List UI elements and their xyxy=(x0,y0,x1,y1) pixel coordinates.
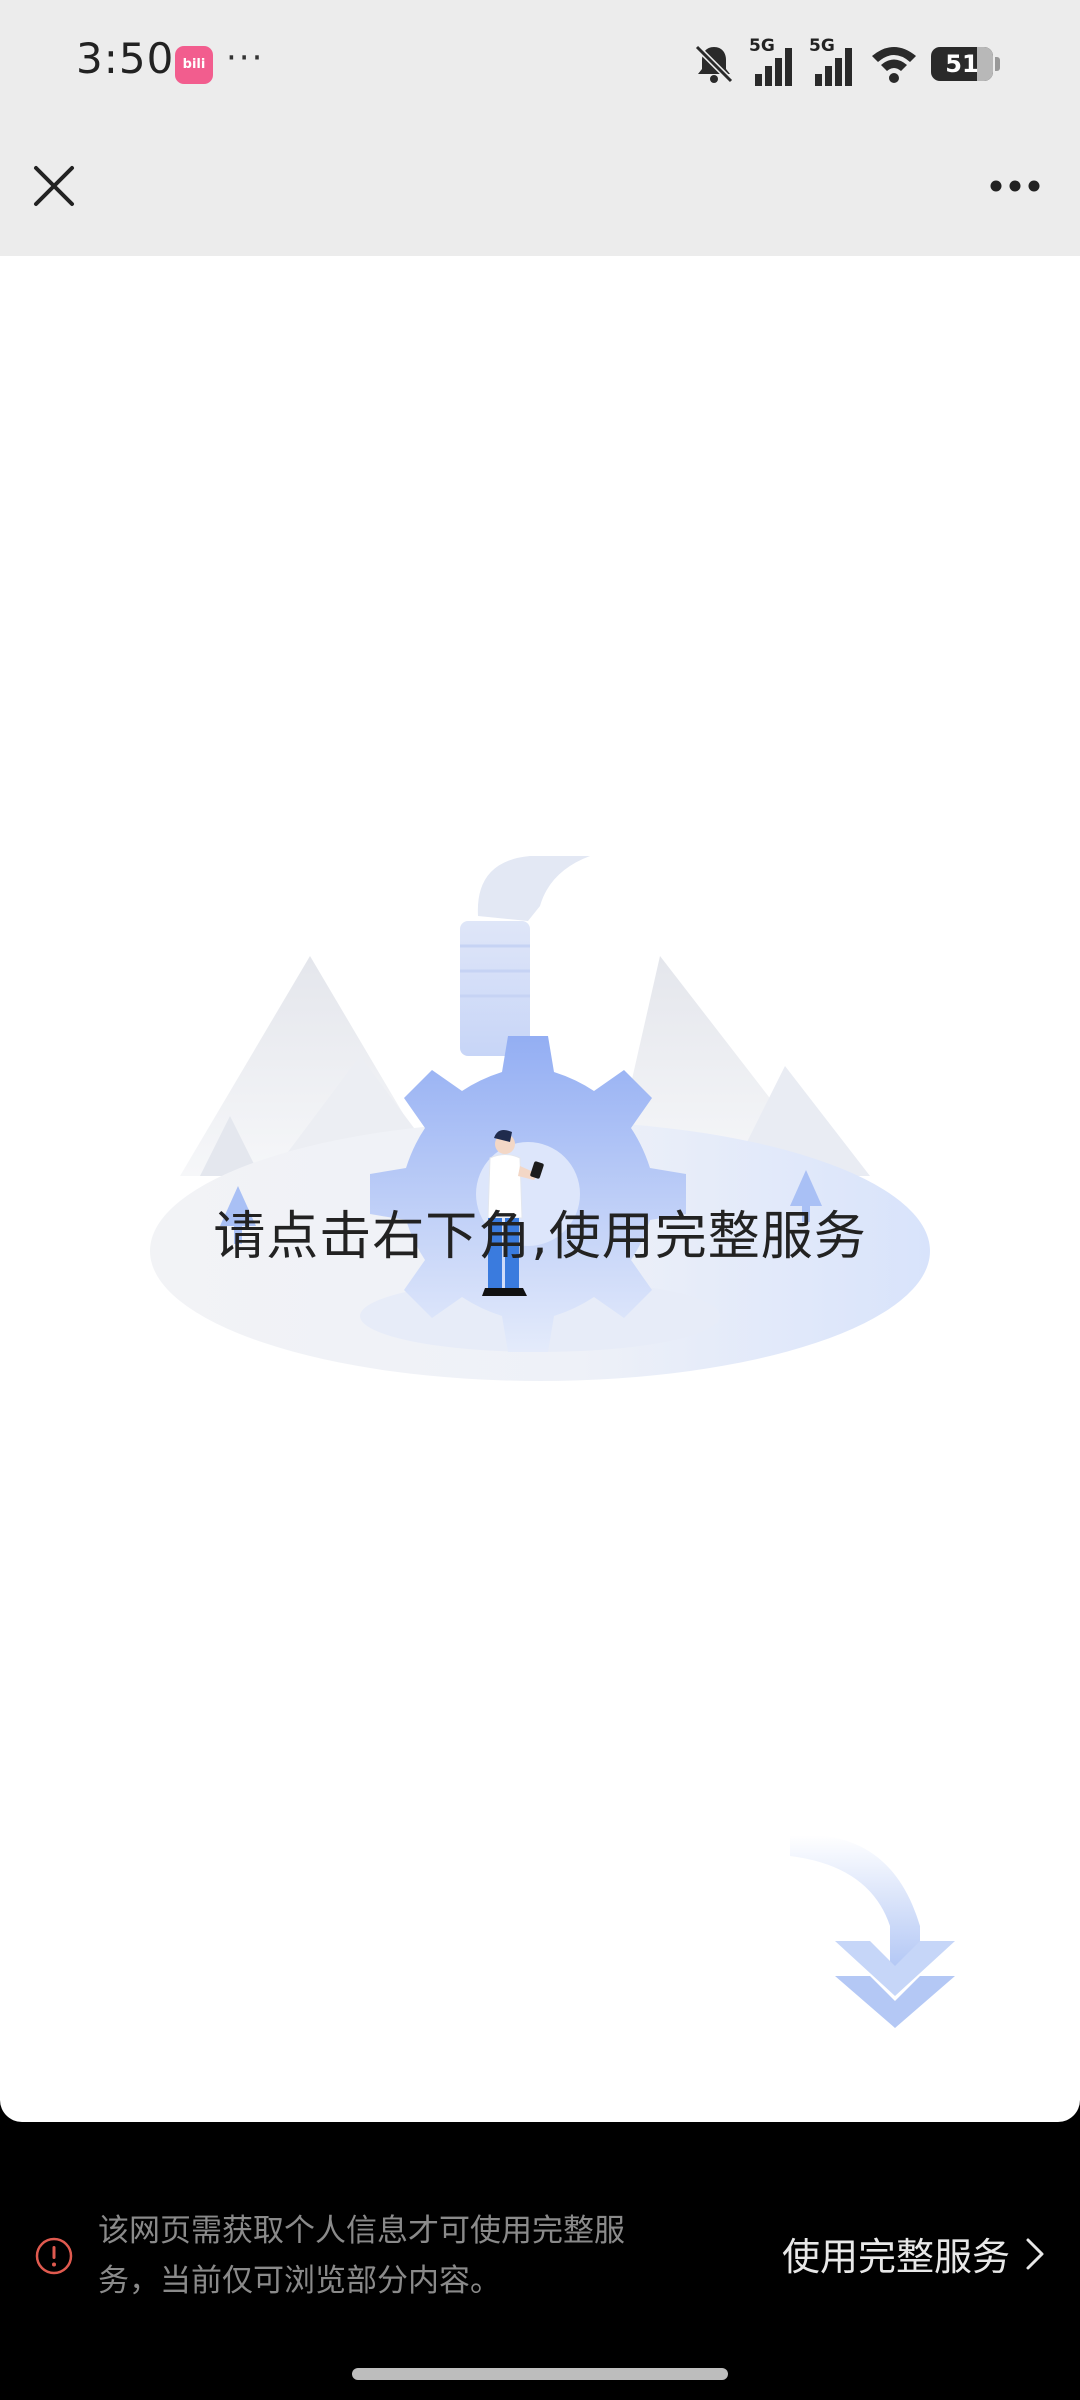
curved-down-arrow-icon xyxy=(790,1835,955,2028)
mute-bell-icon xyxy=(694,44,734,84)
notification-more-icon: ··· xyxy=(226,38,265,78)
screen: 3:50 bili ··· 5G 5G 51 请点击右下角,使用完整服务 该网页… xyxy=(0,0,1080,2400)
status-time: 3:50 xyxy=(76,34,175,83)
close-button[interactable] xyxy=(24,156,84,216)
use-full-service-button[interactable]: 使用完整服务 xyxy=(782,2226,1046,2281)
permission-notice: 该网页需获取个人信息才可使用完整服务，当前仅可浏览部分内容。 使用完整服务 xyxy=(0,2122,1080,2400)
home-indicator[interactable] xyxy=(352,2368,728,2380)
guide-message: 请点击右下角,使用完整服务 xyxy=(213,1207,867,1267)
chevron-right-icon xyxy=(1026,2238,1044,2269)
status-bar: 3:50 bili ··· 5G 5G 51 xyxy=(0,0,1080,130)
bilibili-app-icon: bili xyxy=(175,46,213,84)
more-horizontal-icon xyxy=(990,180,1040,192)
close-icon xyxy=(34,166,74,206)
warning-icon xyxy=(35,2237,73,2275)
nav-bar xyxy=(0,130,1080,256)
wifi-icon xyxy=(872,47,916,83)
signal-2-icon: 5G xyxy=(809,36,857,88)
battery-tip xyxy=(995,57,1000,71)
signal-1-icon: 5G xyxy=(749,36,797,88)
factory-gear-illustration xyxy=(150,856,930,1381)
status-icons: 5G 5G 51 xyxy=(691,36,1000,88)
content-area: 请点击右下角,使用完整服务 xyxy=(0,256,1080,2122)
more-button[interactable] xyxy=(980,158,1050,214)
battery-level: 51 xyxy=(945,50,979,78)
use-full-service-label: 使用完整服务 xyxy=(781,2235,1010,2279)
notice-text: 该网页需获取个人信息才可使用完整服务，当前仅可浏览部分内容。 xyxy=(98,2213,625,2299)
battery-icon: 51 xyxy=(931,47,993,81)
